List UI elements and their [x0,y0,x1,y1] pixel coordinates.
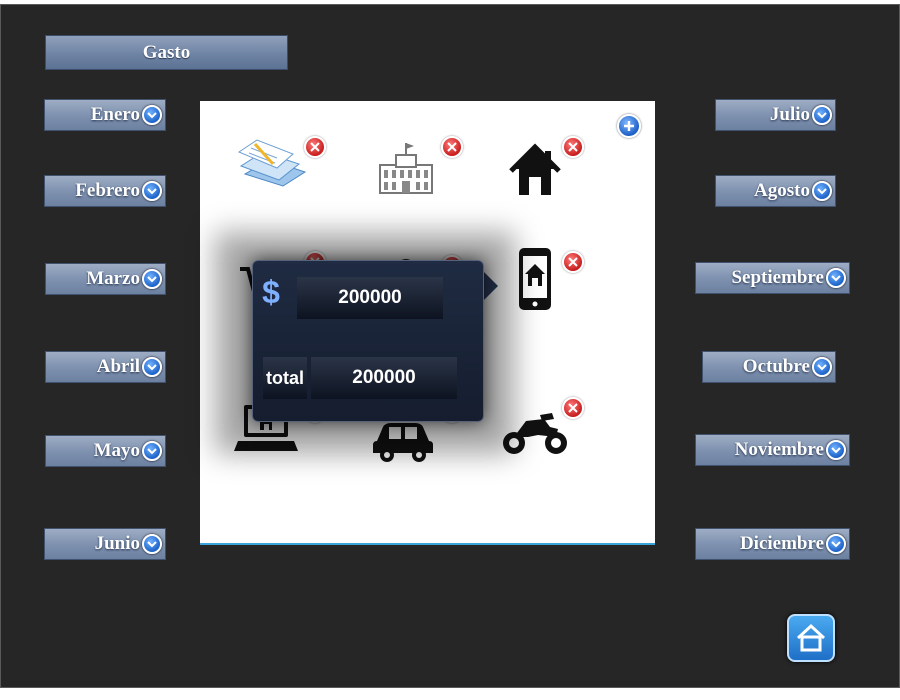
chevron-down-icon [142,181,162,201]
gasto-title-button[interactable]: Gasto [45,35,288,70]
home-icon [796,623,826,652]
plus-icon [624,121,634,131]
month-button-abril[interactable]: Abril [45,351,166,383]
month-button-marzo[interactable]: Marzo [45,263,166,295]
month-label: Abril [96,356,140,377]
month-button-noviembre[interactable]: Noviembre [695,434,850,466]
month-label: Agosto [754,180,810,201]
total-value-field: 200000 [311,357,457,399]
amount-field[interactable]: 200000 [297,277,443,319]
month-button-septiembre[interactable]: Septiembre [695,262,850,294]
month-label: Julio [769,104,810,125]
month-label: Mayo [93,440,140,461]
home-button[interactable] [787,614,835,662]
month-button-octubre[interactable]: Octubre [702,351,836,383]
month-button-agosto[interactable]: Agosto [715,175,836,207]
dollar-icon: $ [262,274,280,310]
month-button-julio[interactable]: Julio [715,99,836,131]
month-label: Octubre [742,356,810,377]
month-label: Febrero [75,180,140,201]
month-button-enero[interactable]: Enero [44,99,166,131]
month-button-diciembre[interactable]: Diciembre [695,528,850,560]
expense-popup: $ 200000 total 200000 [252,260,484,422]
month-label: Enero [90,104,140,125]
month-label: Noviembre [734,439,824,460]
delete-category-button[interactable] [304,136,326,158]
chevron-down-icon [826,440,846,460]
delete-category-button[interactable] [562,136,584,158]
add-category-button[interactable] [617,114,641,138]
delete-category-button[interactable] [562,397,584,419]
chevron-down-icon [142,269,162,289]
close-icon [568,257,578,267]
month-button-mayo[interactable]: Mayo [45,435,166,467]
month-label: Septiembre [731,267,824,288]
chevron-down-icon [826,268,846,288]
chevron-down-icon [142,441,162,461]
chevron-down-icon [142,534,162,554]
chevron-down-icon [812,181,832,201]
chevron-down-icon [826,534,846,554]
month-button-febrero[interactable]: Febrero [44,175,166,207]
close-icon [568,403,578,413]
chevron-down-icon [812,105,832,125]
delete-category-button[interactable] [562,251,584,273]
chevron-down-icon [812,357,832,377]
chevron-down-icon [142,357,162,377]
documents-icon[interactable] [233,134,313,204]
close-icon [310,142,320,152]
total-label: total [263,357,307,399]
chevron-down-icon [142,105,162,125]
month-label: Diciembre [739,533,824,554]
month-label: Marzo [86,268,140,289]
month-label: Junio [94,533,140,554]
app-window: Gasto Enero Febrero Marzo Abril Mayo Jun… [0,4,900,688]
close-icon [447,142,457,152]
close-icon [568,142,578,152]
month-button-junio[interactable]: Junio [44,528,166,560]
delete-category-button[interactable] [441,136,463,158]
building-icon[interactable] [366,137,446,207]
